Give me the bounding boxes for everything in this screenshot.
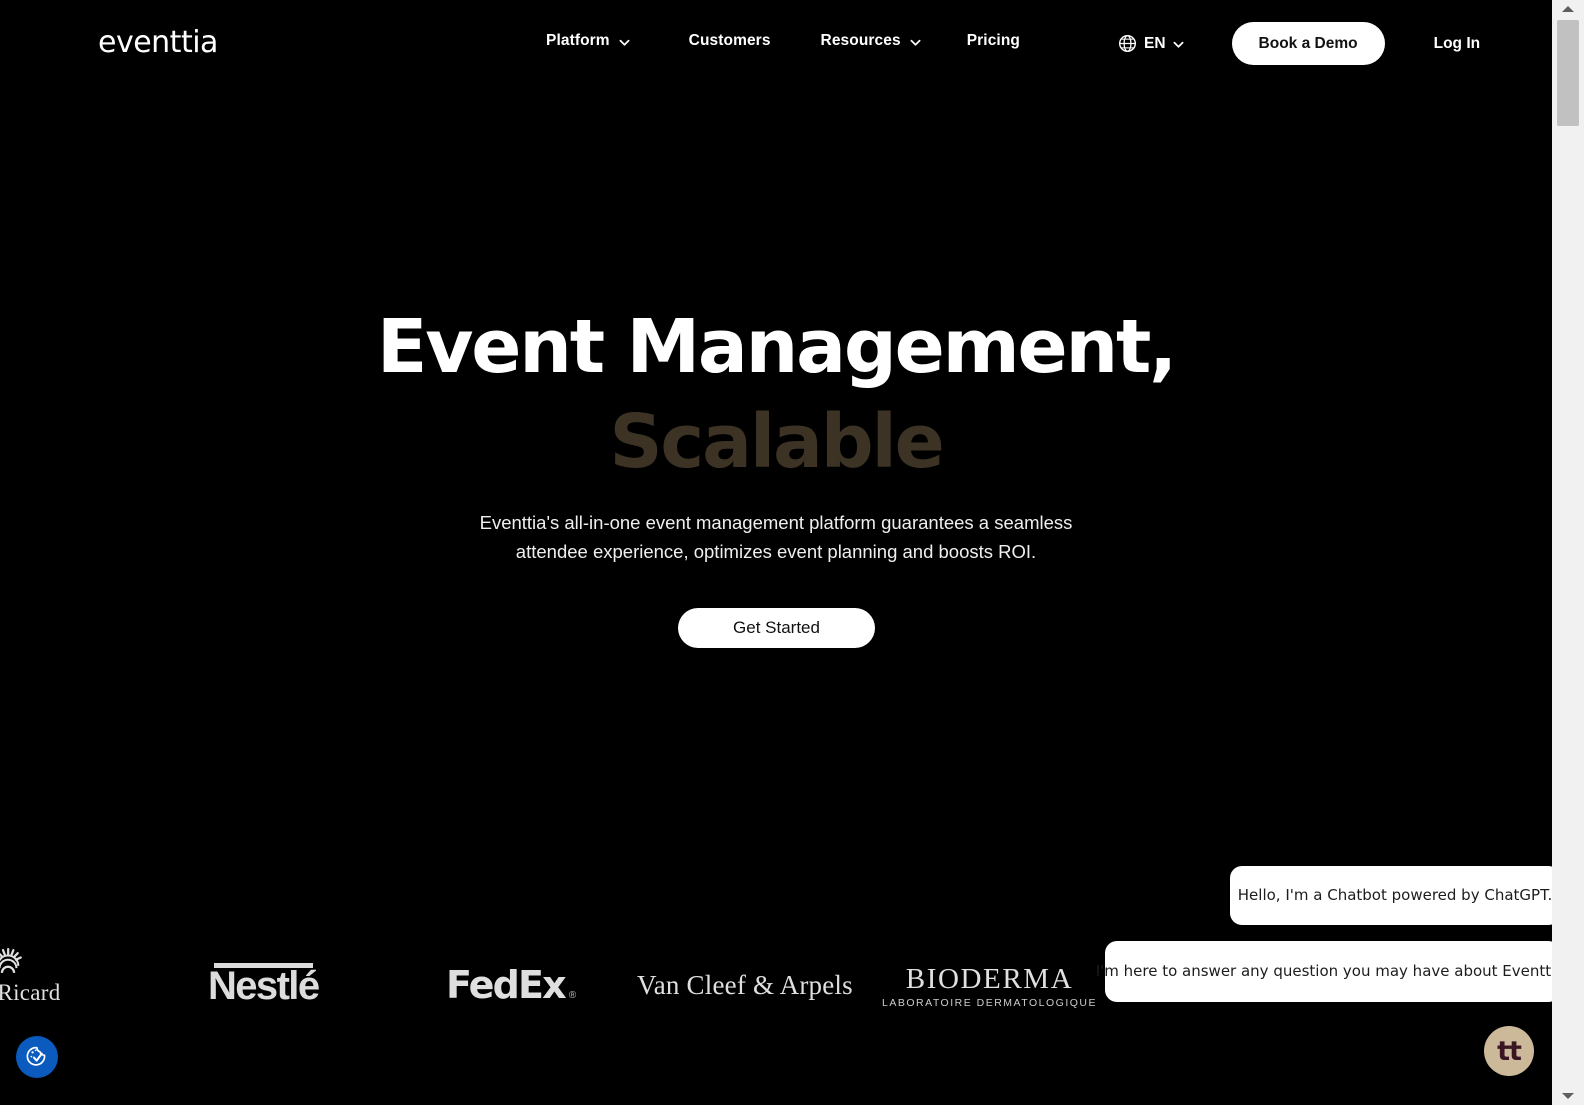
browser-page: eventtia Platform Customers Resources Pr… <box>0 0 1584 1105</box>
brand-logo[interactable]: eventtia <box>98 28 218 58</box>
cookie-consent-button[interactable] <box>16 1036 58 1078</box>
browser-scrollbar[interactable] <box>1552 0 1584 1105</box>
nav-item-platform[interactable]: Platform <box>546 32 630 50</box>
language-selector[interactable]: EN <box>1118 34 1184 53</box>
logo-label: nod Ricard <box>0 980 61 1005</box>
logo-label: Nestlé <box>208 964 320 1008</box>
chat-message-bubble: I'm here to answer any question you may … <box>1096 941 1552 1002</box>
chevron-down-icon <box>619 37 630 48</box>
nav-item-label: Resources <box>820 32 901 49</box>
logo-van-cleef-arpels: Van Cleef & Arpels <box>637 970 853 1001</box>
main-navigation: Platform Customers Resources Pricing <box>546 32 1020 50</box>
logo-nestle: Nestlé <box>208 963 320 1009</box>
logo-label: FedEx <box>446 963 567 1007</box>
nav-item-pricing[interactable]: Pricing <box>967 32 1020 50</box>
chevron-down-icon <box>910 37 921 48</box>
nav-item-label: Pricing <box>966 32 1020 49</box>
logo-bioderma: BIODERMA LABORATOIRE DERMATOLOGIQUE <box>882 963 1098 1010</box>
chevron-down-icon <box>1173 39 1184 50</box>
nav-item-label: Customers <box>688 32 771 49</box>
header-actions: EN Book a Demo Log In <box>1118 22 1480 65</box>
logo-pernod-ricard: nod Ricard <box>0 948 61 1006</box>
language-value: EN <box>1144 34 1166 52</box>
registered-mark: ® <box>568 990 577 1001</box>
page-title: Event Management, <box>376 304 1177 390</box>
triangle-down-icon <box>1562 1093 1574 1099</box>
site-header: eventtia Platform Customers Resources Pr… <box>0 0 1552 88</box>
page-title-accent: Scalable <box>609 399 945 485</box>
chat-widget-label: tt <box>1497 1035 1522 1067</box>
triangle-up-icon <box>1562 6 1574 12</box>
nav-item-customers[interactable]: Customers <box>689 32 771 50</box>
logo-fedex: FedEx ® <box>446 966 576 1004</box>
logo-tagline: LABORATOIRE DERMATOLOGIQUE <box>882 997 1098 1010</box>
scrollbar-thumb[interactable] <box>1557 20 1579 126</box>
nav-item-label: Platform <box>546 32 610 49</box>
hero-section: Event Management, Scalable Eventtia's al… <box>0 88 1552 928</box>
nestle-bar-decoration <box>214 963 313 968</box>
nav-item-resources[interactable]: Resources <box>821 32 921 50</box>
logo-label: BIODERMA <box>905 963 1074 995</box>
globe-icon <box>1118 34 1137 53</box>
chat-launcher-button[interactable]: tt <box>1484 1026 1534 1076</box>
hero-subtitle: Eventtia's all-in-one event management p… <box>479 512 1073 563</box>
book-a-demo-button[interactable]: Book a Demo <box>1231 22 1385 65</box>
cookie-consent-icon <box>24 1044 50 1070</box>
login-link[interactable]: Log In <box>1434 35 1481 53</box>
chat-message-bubble: Hello, I'm a Chatbot powered by ChatGPT. <box>1230 866 1552 925</box>
get-started-button[interactable]: Get Started <box>678 608 875 648</box>
sunburst-icon <box>0 948 27 978</box>
logo-label: Van Cleef & Arpels <box>637 970 853 1000</box>
page-viewport: eventtia Platform Customers Resources Pr… <box>0 0 1552 1105</box>
scroll-up-arrow-icon[interactable] <box>1552 0 1584 18</box>
scrollbar-track[interactable] <box>1552 18 1584 1087</box>
scroll-down-arrow-icon[interactable] <box>1552 1087 1584 1105</box>
